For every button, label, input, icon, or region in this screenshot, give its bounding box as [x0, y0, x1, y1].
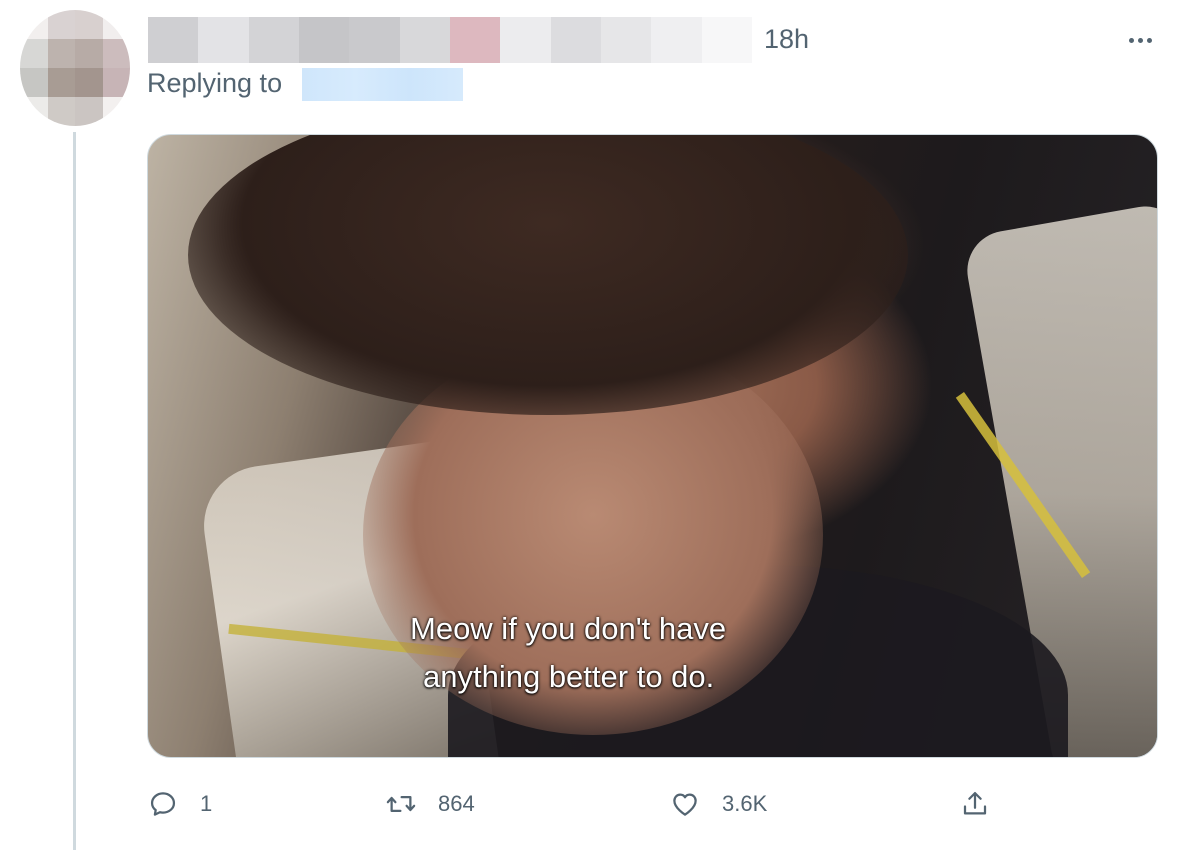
avatar[interactable]: [20, 10, 130, 126]
heart-icon: [673, 793, 697, 816]
more-dot-icon: [1137, 37, 1143, 43]
like-button[interactable]: 3.6K: [670, 786, 767, 822]
retweet-button[interactable]: 864: [386, 786, 475, 822]
more-options-button[interactable]: [1118, 22, 1162, 58]
more-dot-icon: [1128, 37, 1134, 43]
tweet-media-image[interactable]: Meow if you don't have anything better t…: [147, 134, 1158, 758]
tweet-timestamp[interactable]: 18h: [764, 24, 809, 55]
comment-icon: [150, 792, 176, 816]
reply-count: 1: [200, 791, 213, 816]
redacted-reply-handle[interactable]: [302, 68, 463, 101]
image-subtitle: Meow if you don't have anything better t…: [148, 605, 1157, 701]
share-icon: [963, 792, 987, 815]
more-dot-icon: [1146, 37, 1152, 43]
subtitle-line: anything better to do.: [423, 659, 715, 694]
share-button[interactable]: [960, 786, 990, 822]
redacted-username[interactable]: [148, 17, 752, 63]
like-count: 3.6K: [722, 791, 768, 816]
replying-to-label: Replying to: [147, 68, 283, 98]
reply-button[interactable]: 1: [148, 786, 212, 822]
image-region: [188, 135, 908, 415]
thread-line: [73, 132, 76, 850]
retweet-count: 864: [438, 791, 475, 816]
subtitle-line: Meow if you don't have: [410, 611, 727, 646]
retweet-icon: [386, 796, 416, 812]
